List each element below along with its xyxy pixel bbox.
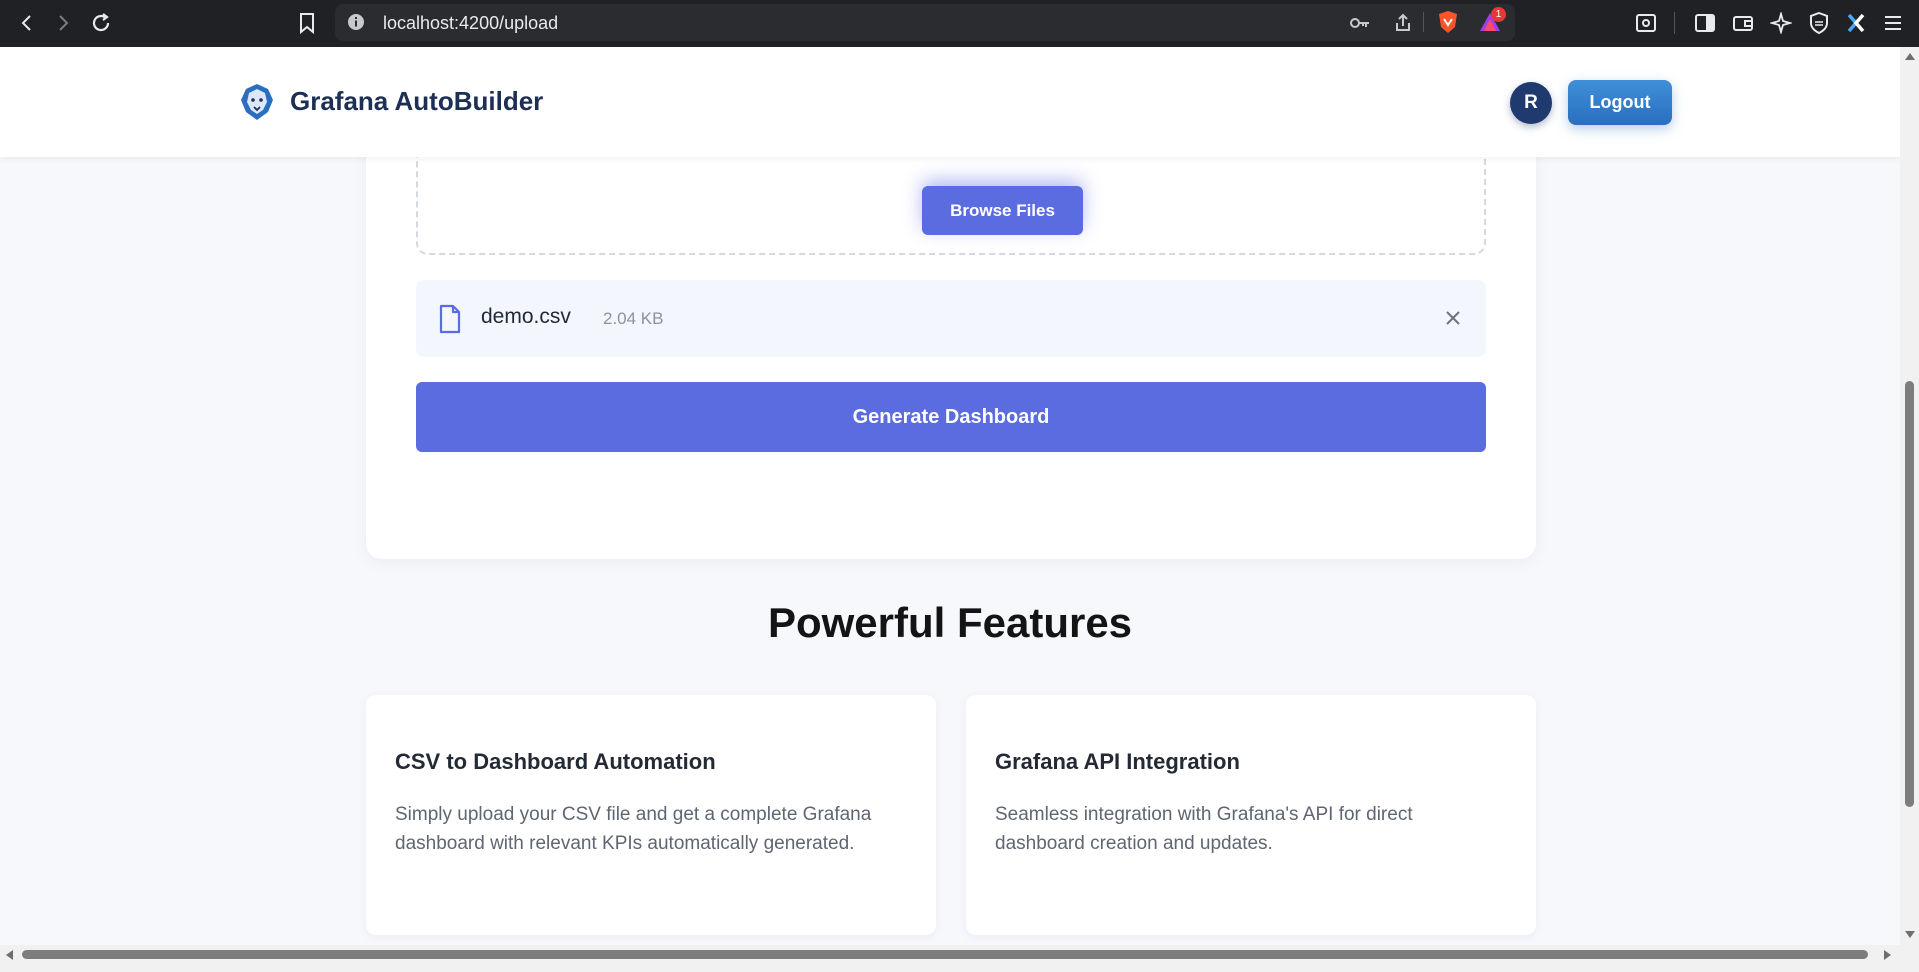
bookmark-icon[interactable]: [292, 8, 322, 38]
logout-button[interactable]: Logout: [1568, 80, 1672, 125]
remove-file-button[interactable]: [1438, 303, 1468, 333]
reload-icon[interactable]: [86, 8, 116, 38]
page-content: Browse Files demo.csv 2.04 KB Generate D…: [0, 47, 1900, 945]
menu-icon[interactable]: [1880, 10, 1906, 36]
file-size: 2.04 KB: [603, 309, 664, 328]
selected-file-row: demo.csv 2.04 KB: [416, 280, 1486, 357]
file-name: demo.csv: [481, 305, 571, 328]
scroll-right-icon[interactable]: [1884, 950, 1891, 960]
browser-toolbar: localhost:4200/upload 1: [0, 0, 1919, 47]
lion-logo-icon[interactable]: [240, 83, 274, 121]
back-icon[interactable]: [12, 8, 42, 38]
extension-icon[interactable]: [1843, 10, 1869, 36]
share-icon[interactable]: [1390, 10, 1416, 36]
vertical-scrollbar[interactable]: [1900, 47, 1919, 945]
upload-card: Browse Files demo.csv 2.04 KB Generate D…: [366, 87, 1536, 559]
feature-title: Grafana API Integration: [995, 749, 1240, 774]
feature-card: CSV to Dashboard Automation Simply uploa…: [366, 695, 936, 935]
scroll-left-icon[interactable]: [6, 950, 13, 960]
wallet-icon[interactable]: [1730, 10, 1756, 36]
horizontal-scrollbar[interactable]: [0, 945, 1919, 964]
vertical-scroll-thumb[interactable]: [1905, 381, 1914, 807]
app-header: Grafana AutoBuilder R Logout: [0, 47, 1900, 157]
file-icon: [438, 304, 462, 334]
reader-mode-icon[interactable]: [1633, 10, 1659, 36]
feature-card: Grafana API Integration Seamless integra…: [966, 695, 1536, 935]
sidebar-icon[interactable]: [1692, 10, 1718, 36]
key-icon[interactable]: [1347, 10, 1373, 36]
notification-badge: 1: [1491, 7, 1506, 22]
feature-description: Seamless integration with Grafana's API …: [995, 804, 1413, 854]
vpn-icon[interactable]: [1806, 10, 1832, 36]
brand-name[interactable]: Grafana AutoBuilder: [290, 86, 543, 117]
divider: [1423, 12, 1424, 32]
url-text: localhost:4200/upload: [383, 13, 559, 33]
window-bottom-edge: [0, 964, 1919, 972]
leo-ai-icon[interactable]: [1768, 10, 1794, 36]
brave-shield-icon[interactable]: [1435, 9, 1461, 35]
features-heading: Powerful Features: [767, 599, 1133, 646]
browse-files-button[interactable]: Browse Files: [922, 186, 1083, 235]
scroll-up-icon[interactable]: [1905, 53, 1915, 60]
divider: [1674, 12, 1675, 34]
feature-title: CSV to Dashboard Automation: [395, 749, 716, 774]
site-info-icon[interactable]: [347, 13, 365, 35]
avatar[interactable]: R: [1510, 82, 1552, 124]
close-icon: [1446, 311, 1460, 325]
generate-dashboard-button[interactable]: Generate Dashboard: [416, 382, 1486, 452]
feature-description: Simply upload your CSV file and get a co…: [395, 804, 872, 854]
forward-icon[interactable]: [48, 8, 78, 38]
scroll-down-icon[interactable]: [1905, 931, 1915, 938]
horizontal-scroll-thumb[interactable]: [22, 950, 1868, 959]
address-bar[interactable]: localhost:4200/upload 1: [335, 4, 1515, 41]
